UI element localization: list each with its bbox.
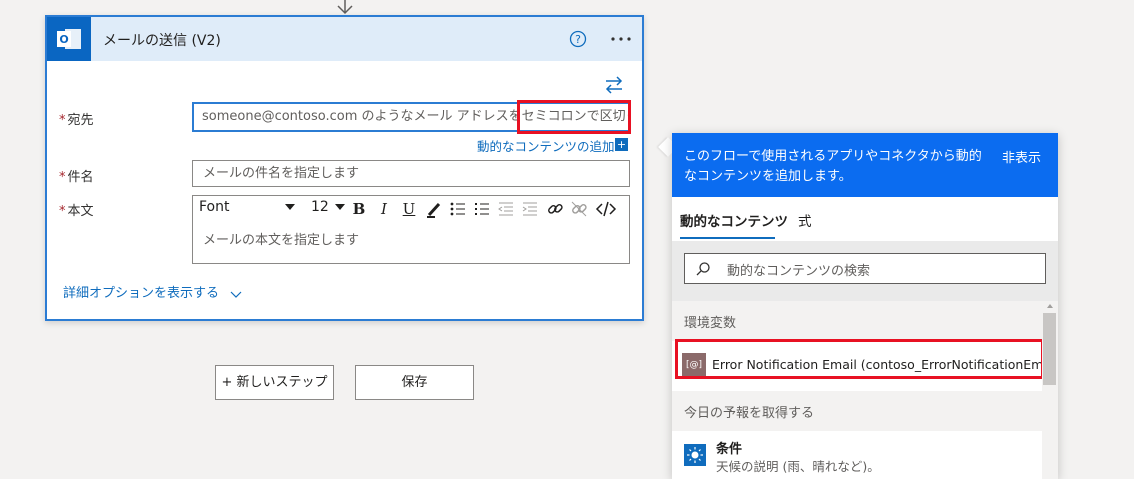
font-size-select[interactable]: 12 <box>311 199 345 219</box>
svg-text:O: O <box>59 33 68 46</box>
font-size-value: 12 <box>311 199 329 215</box>
section-title: 今日の予報を取得する <box>684 406 815 421</box>
body-placeholder: メールの本文を指定します <box>203 233 360 248</box>
subject-label-text: 件名 <box>67 170 94 185</box>
flyout-description: このフローで使用されるアプリやコネクタから動的なコンテンツを追加します。 <box>684 149 982 184</box>
chevron-down-icon <box>285 204 295 210</box>
active-tab-indicator <box>680 237 775 239</box>
subject-placeholder: メールの件名を指定します <box>203 166 360 181</box>
new-step-button[interactable]: + 新しいステップ <box>215 365 334 400</box>
highlight-box <box>675 339 1044 379</box>
search-placeholder: 動的なコンテンツの検索 <box>727 264 871 279</box>
dynamic-content-flyout: このフローで使用されるアプリやコネクタから動的なコンテンツを追加します。 非表示… <box>672 133 1058 479</box>
bold-icon[interactable]: B <box>348 198 370 220</box>
decrease-indent-icon[interactable] <box>495 198 517 220</box>
font-family-select[interactable]: Font <box>199 199 299 219</box>
send-email-action-card: O メールの送信 (V2) ? * 宛先 someone@contoso.com … <box>45 15 644 321</box>
save-button[interactable]: 保存 <box>355 365 474 400</box>
required-mark: * <box>59 113 66 128</box>
highlight-box <box>517 100 631 134</box>
formatting-toolbar: Font 12 B I U <box>193 196 629 222</box>
card-header[interactable]: O メールの送信 (V2) ? <box>47 17 642 61</box>
svg-text:?: ? <box>575 33 581 46</box>
scrollbar-thumb[interactable] <box>1043 313 1056 385</box>
font-family-value: Font <box>199 199 230 215</box>
card-title: メールの送信 (V2) <box>103 33 221 49</box>
unlink-icon[interactable] <box>568 198 590 220</box>
tab-expression[interactable]: 式 <box>798 210 812 230</box>
help-icon[interactable]: ? <box>569 30 587 48</box>
dynamic-content-search-input[interactable]: 動的なコンテンツの検索 <box>684 253 1046 284</box>
code-view-icon[interactable] <box>595 198 617 220</box>
required-mark: * <box>59 170 66 185</box>
numbered-list-icon[interactable] <box>471 198 493 220</box>
list-item-description: 天候の説明 (雨、晴れなど)。 <box>716 459 880 474</box>
section-header-environment-variables: 環境変数 <box>672 301 1042 341</box>
subject-input[interactable]: メールの件名を指定します <box>192 160 630 187</box>
show-advanced-options-link[interactable]: 詳細オプションを表示する <box>63 282 243 301</box>
body-label-text: 本文 <box>67 204 94 219</box>
sun-icon <box>684 444 706 466</box>
underline-icon[interactable]: U <box>398 198 420 220</box>
list-item-title: 条件 <box>716 442 743 457</box>
subject-field-label: * 件名 <box>59 166 94 185</box>
body-editor[interactable]: Font 12 B I U メールの本文を指定します <box>192 195 630 264</box>
switch-input-mode-icon[interactable] <box>603 75 625 95</box>
to-label-text: 宛先 <box>67 113 94 128</box>
add-dynamic-content-icon[interactable]: + <box>615 138 628 151</box>
flyout-header: このフローで使用されるアプリやコネクタから動的なコンテンツを追加します。 非表示 <box>672 133 1058 197</box>
chevron-down-icon <box>230 291 242 298</box>
arrow-down-icon <box>337 0 353 15</box>
link-icon[interactable] <box>544 198 566 220</box>
section-title: 環境変数 <box>684 316 737 331</box>
tab-dynamic-content[interactable]: 動的なコンテンツ <box>680 210 788 230</box>
search-icon <box>696 262 710 276</box>
list-item[interactable]: 条件 天候の説明 (雨、晴れなど)。 <box>672 431 1042 479</box>
search-area: 動的なコンテンツの検索 <box>672 241 1058 301</box>
bulleted-list-icon[interactable] <box>447 198 469 220</box>
highlight-color-icon[interactable] <box>423 198 445 220</box>
to-field-label: * 宛先 <box>59 109 94 128</box>
chevron-down-icon <box>335 204 345 210</box>
increase-indent-icon[interactable] <box>519 198 541 220</box>
dynamic-content-list: 環境変数 [@] Error Notification Email (conto… <box>672 301 1058 479</box>
italic-icon[interactable]: I <box>373 198 395 220</box>
hide-flyout-link[interactable]: 非表示 <box>1002 147 1041 166</box>
section-header-weather: 今日の予報を取得する <box>672 391 1042 431</box>
more-options-icon[interactable] <box>609 29 633 49</box>
add-dynamic-content-link[interactable]: 動的なコンテンツの追加 <box>477 136 615 155</box>
scroll-up-arrow-icon[interactable] <box>1047 304 1053 308</box>
required-mark: * <box>59 204 66 219</box>
advanced-options-label: 詳細オプションを表示する <box>63 286 220 301</box>
body-field-label: * 本文 <box>59 200 94 219</box>
outlook-icon: O <box>47 17 91 61</box>
